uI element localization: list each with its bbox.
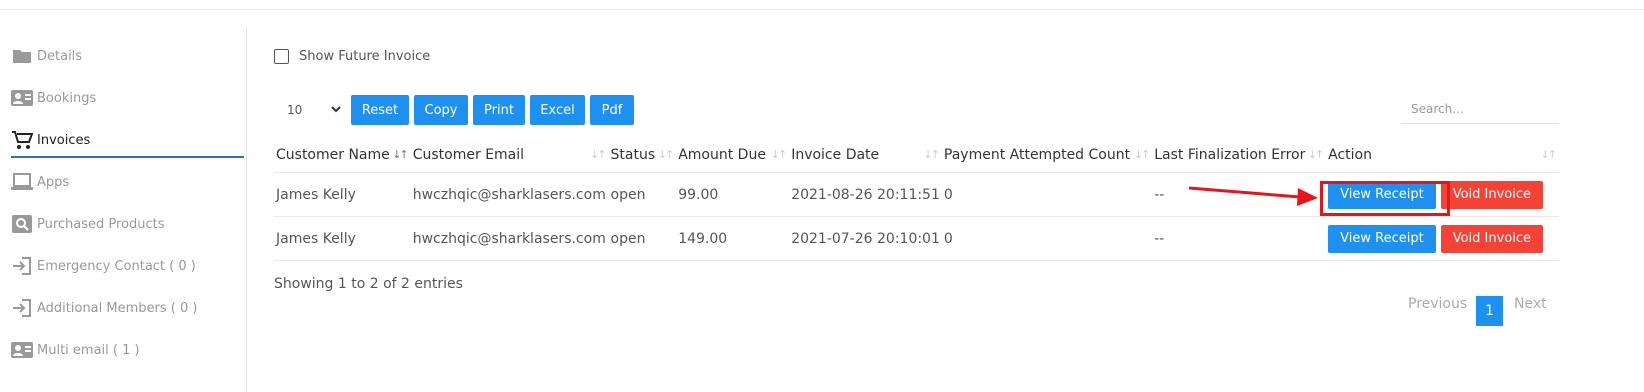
sidebar-item-label: Details	[37, 48, 83, 64]
column-header-amount-due[interactable]: Amount Due ↓↑	[676, 138, 790, 173]
contact-card-icon	[11, 341, 33, 359]
table-header-row: Customer Name ↓↑ Customer Email ↓↑ Status ↓…	[274, 138, 1559, 173]
sort-icon: ↓↑	[923, 148, 940, 161]
pagination-previous[interactable]: Previous	[1408, 296, 1467, 312]
cell-customer-name: James Kelly	[274, 216, 411, 261]
sidebar-item-label: Additional Members ( 0 )	[37, 300, 198, 316]
cell-status: open	[608, 216, 677, 261]
pagination-next[interactable]: Next	[1514, 296, 1547, 312]
cell-customer-email: hwczhqic@sharklasers.com	[410, 216, 609, 261]
cell-action: View Receipt Void Invoice	[1326, 216, 1559, 261]
cell-customer-name: James Kelly	[274, 172, 411, 217]
cell-invoice-date: 2021-07-26 20:10:01	[789, 216, 942, 261]
void-invoice-button[interactable]: Void Invoice	[1440, 224, 1543, 253]
sidebar-item-details[interactable]: Details	[11, 40, 244, 72]
contact-card-icon	[11, 89, 33, 107]
print-button[interactable]: Print	[473, 95, 525, 125]
column-header-label: Amount Due	[678, 147, 766, 163]
cell-amount-due: 149.00	[676, 216, 790, 261]
table-row: James Kelly hwczhqic@sharklasers.com ope…	[274, 216, 1559, 261]
show-future-invoice-label: Show Future Invoice	[299, 49, 431, 64]
column-header-label: Last Finalization Error	[1154, 147, 1306, 163]
sort-icon: ↓↑	[770, 148, 788, 161]
sort-icon: ↓↑	[392, 148, 409, 161]
sign-in-icon	[11, 257, 33, 275]
cart-icon	[11, 131, 33, 149]
page-size-value: 10	[287, 103, 303, 117]
table-info: Showing 1 to 2 of 2 entries	[274, 276, 463, 292]
sidebar-item-apps[interactable]: Apps	[11, 166, 244, 198]
sidebar-item-multi-email[interactable]: Multi email ( 1 )	[11, 334, 244, 366]
sort-icon: ↓↑	[1307, 148, 1325, 161]
sidebar-item-label: Apps	[37, 174, 70, 190]
chevron-down-icon	[330, 103, 342, 118]
column-header-last-finalization-error[interactable]: Last Finalization Error ↓↑	[1152, 138, 1327, 173]
cell-payment-attempted-count: 0	[941, 216, 1153, 261]
laptop-icon	[11, 173, 33, 191]
page-size-select[interactable]: 10	[274, 95, 346, 125]
top-divider	[0, 9, 1644, 10]
sidebar-item-additional-members[interactable]: Additional Members ( 0 )	[11, 292, 244, 324]
column-header-customer-email[interactable]: Customer Email ↓↑	[410, 138, 609, 173]
column-header-customer-name[interactable]: Customer Name ↓↑	[274, 138, 411, 173]
sidebar: Details Bookings Invoices Apps Purchased…	[0, 28, 247, 392]
void-invoice-button[interactable]: Void Invoice	[1440, 180, 1543, 209]
search-input[interactable]	[1401, 95, 1559, 124]
sidebar-item-label: Multi email ( 1 )	[37, 342, 140, 358]
column-header-label: Status	[610, 147, 656, 163]
column-header-label: Customer Name	[276, 147, 390, 163]
pagination-current-page[interactable]: 1	[1476, 296, 1503, 326]
search-box-icon	[11, 215, 33, 233]
sidebar-item-label: Purchased Products	[37, 216, 165, 232]
sidebar-item-label: Invoices	[37, 132, 91, 148]
sort-icon: ↓↑	[590, 148, 607, 161]
column-header-invoice-date[interactable]: Invoice Date ↓↑	[789, 138, 942, 173]
column-header-label: Payment Attempted Count	[943, 147, 1131, 163]
sidebar-item-purchased-products[interactable]: Purchased Products	[11, 208, 244, 240]
cell-last-finalization-error: --	[1152, 216, 1327, 261]
cell-payment-attempted-count: 0	[941, 172, 1153, 217]
sort-icon: ↓↑	[1133, 148, 1151, 161]
folder-icon	[11, 47, 33, 65]
cell-status: open	[608, 172, 677, 217]
cell-customer-email: hwczhqic@sharklasers.com	[410, 172, 609, 217]
annotation-arrow-icon	[1188, 186, 1318, 206]
sort-icon: ↓↑	[657, 148, 675, 161]
sidebar-item-label: Bookings	[37, 90, 97, 106]
column-header-status[interactable]: Status ↓↑	[608, 138, 677, 173]
sidebar-item-emergency-contact[interactable]: Emergency Contact ( 0 )	[11, 250, 244, 282]
show-future-invoice-checkbox[interactable]	[274, 49, 289, 64]
pdf-button[interactable]: Pdf	[590, 95, 634, 125]
sidebar-item-invoices[interactable]: Invoices	[11, 124, 244, 158]
copy-button[interactable]: Copy	[414, 95, 468, 125]
sign-in-icon	[11, 299, 33, 317]
cell-invoice-date: 2021-08-26 20:11:51	[789, 172, 942, 217]
column-header-label: Action	[1328, 147, 1372, 163]
annotation-highlight-box	[1320, 181, 1450, 216]
view-receipt-button[interactable]: View Receipt	[1328, 224, 1436, 253]
excel-button[interactable]: Excel	[530, 95, 585, 125]
reset-button[interactable]: Reset	[351, 95, 409, 125]
column-header-action[interactable]: Action ↓↑	[1326, 138, 1559, 173]
column-header-payment-attempted-count[interactable]: Payment Attempted Count ↓↑	[941, 138, 1153, 173]
sidebar-item-label: Emergency Contact ( 0 )	[37, 258, 196, 274]
column-header-label: Customer Email	[412, 147, 525, 163]
column-header-label: Invoice Date	[791, 147, 880, 163]
sort-icon: ↓↑	[1540, 148, 1558, 161]
cell-amount-due: 99.00	[676, 172, 790, 217]
sidebar-item-bookings[interactable]: Bookings	[11, 82, 244, 114]
